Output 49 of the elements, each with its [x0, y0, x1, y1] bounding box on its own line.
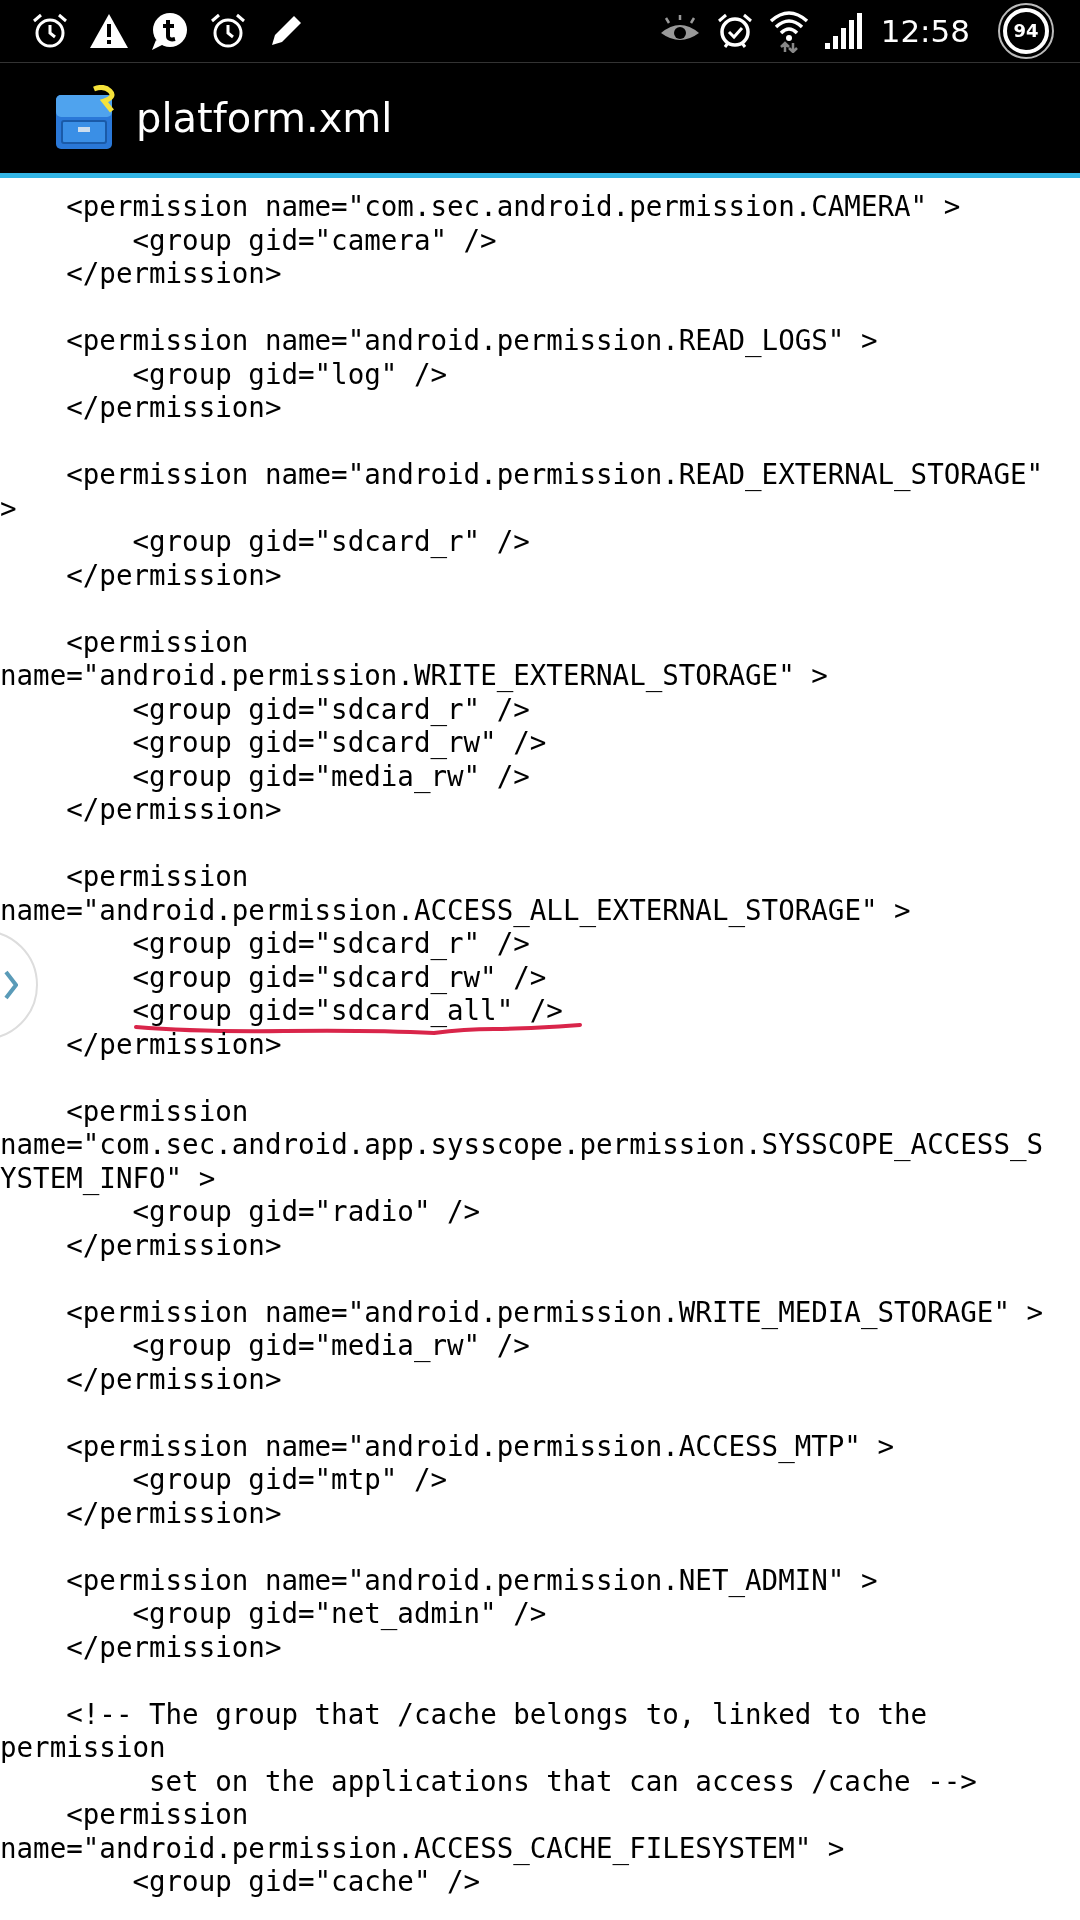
code-line: <group gid="net_admin" />: [132, 1597, 547, 1629]
code-line: </permission>: [66, 257, 282, 289]
code-line: set on the applications that can access /cache -->: [149, 1764, 977, 1797]
code-line: <group gid="sdcard_rw" />: [132, 726, 547, 758]
code-line: name="android.permission.WRITE_EXTERNAL_STORAGE" >: [0, 659, 828, 691]
code-line: <permission name="com.sec.android.permission.CAMERA" >: [66, 190, 961, 222]
code-line: <permission name="android.permission.READ_EXTERNAL_STORAGE": [66, 458, 1044, 490]
code-line: </permission>: [66, 1496, 282, 1529]
code-line: </permission>: [66, 1630, 282, 1663]
code-line: </permission>: [66, 793, 282, 825]
battery-indicator: 94: [998, 3, 1054, 59]
code-line: <group gid="media_rw" />: [132, 1329, 530, 1361]
code-line: <permission: [66, 860, 249, 892]
code-line: <permission name="android.permission.READ_LOGS" >: [66, 324, 878, 356]
code-line: <group gid="sdcard_all" />: [132, 994, 563, 1026]
code-line: </permission>: [66, 1362, 282, 1395]
clock-time: 12:58: [880, 13, 970, 49]
code-line: <permission: [66, 1094, 249, 1127]
code-line: <group gid="mtp" />: [132, 1463, 447, 1495]
code-line: <group gid="sdcard_r" />: [132, 927, 530, 959]
code-line: >: [0, 491, 17, 524]
code-line: <group gid="radio" />: [132, 1195, 481, 1227]
window-title: platform.xml: [136, 95, 393, 141]
signal-icon: [822, 11, 863, 51]
code-line: permission: [0, 1731, 166, 1763]
code-line: </permission>: [66, 1027, 282, 1060]
code-line: <group gid="media_rw" />: [132, 759, 530, 792]
chevron-icon: [4, 970, 18, 1000]
code-line: <group gid="log" />: [132, 357, 447, 390]
code-line: YSTEM_INFO" >: [0, 1161, 216, 1194]
code-line: <permission: [66, 1798, 249, 1830]
code-line: <!-- The group that /cache belongs to, linked to the: [66, 1697, 928, 1730]
code-line: name="android.permission.ACCESS_ALL_EXTERNAL_STORAGE" >: [0, 893, 911, 926]
code-line: <group gid="sdcard_r" />: [132, 525, 530, 557]
code-line: <permission: [66, 625, 249, 658]
code-line: <permission name="android.permission.WRITE_MEDIA_STORAGE" >: [66, 1295, 1044, 1328]
code-line: </permission>: [66, 558, 282, 591]
code-line: </permission>: [66, 391, 282, 423]
code-line: <group gid="sdcard_rw" />: [132, 960, 547, 993]
code-line: </permission>: [66, 1228, 282, 1261]
code-line: <group gid="cache" />: [132, 1865, 481, 1897]
file-drawer-icon[interactable]: [54, 85, 116, 151]
code-line: <permission name="android.permission.ACCESS_MTP" >: [66, 1429, 895, 1462]
code-line: <group gid="camera" />: [132, 223, 497, 256]
code-line: name="android.permission.ACCESS_CACHE_FILESYSTEM" >: [0, 1831, 845, 1864]
code-line: name="com.sec.android.app.sysscope.permission.SYSSCOPE_ACCESS_S: [0, 1128, 1044, 1160]
code-line: <group gid="sdcard_r" />: [132, 692, 530, 725]
wifi-icon: [768, 9, 809, 53]
code-line: <permission name="android.permission.NET_ADMIN" >: [66, 1563, 878, 1596]
